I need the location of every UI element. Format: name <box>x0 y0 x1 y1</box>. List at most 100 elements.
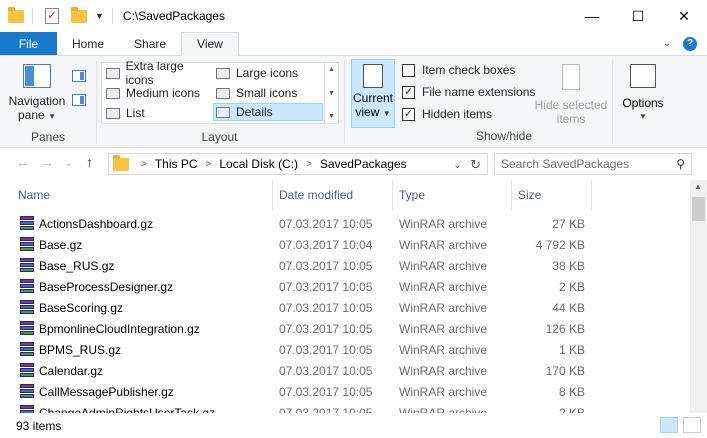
tab-file[interactable]: File <box>0 32 57 55</box>
file-type: WinRAR archive <box>399 238 488 252</box>
layout-small-icons[interactable]: Small icons <box>214 84 322 102</box>
minimize-button[interactable]: — <box>569 0 615 32</box>
large-icons-view-icon[interactable] <box>683 417 701 433</box>
current-view-label-2: view <box>355 105 380 119</box>
tab-view[interactable]: View <box>181 32 239 56</box>
item-checkboxes-toggle[interactable]: Item check boxes <box>402 63 515 77</box>
hide-selected-label-2: items <box>556 112 586 126</box>
file-size: 44 KB <box>552 301 585 315</box>
layout-gallery-scroll[interactable]: ▲ ▼ ▼ <box>324 63 338 123</box>
file-size: 1 KB <box>558 343 585 357</box>
table-row[interactable]: ChangeAdminRightsUserTask.gz 07.03.2017 1… <box>0 402 690 413</box>
column-label: Date modified <box>279 188 354 202</box>
table-row[interactable]: Base_RUS.gz 07.03.2017 10:05 WinRAR archiv… <box>0 255 690 276</box>
table-row[interactable]: BaseProcessDesigner.gz 07.03.2017 10:05 Wi… <box>0 276 690 297</box>
toolbar-divider <box>32 8 33 24</box>
properties-icon[interactable] <box>45 8 59 24</box>
layout-large-icons[interactable]: Large icons <box>214 64 322 82</box>
column-header-size[interactable]: Size <box>512 180 592 210</box>
table-row[interactable]: BpmonlineCloudIntegration.gz 07.03.2017 1… <box>0 318 690 339</box>
file-name-cell[interactable]: BpmonlineCloudIntegration.gz <box>19 321 200 336</box>
file-name-cell[interactable]: CallMessagePublisher.gz <box>19 384 174 399</box>
file-name-cell[interactable]: Base.gz <box>19 237 82 252</box>
search-icon[interactable]: ⚲ <box>676 157 685 171</box>
back-arrow-icon[interactable]: ← <box>16 154 30 170</box>
maximize-button[interactable]: ☐ <box>615 0 661 32</box>
breadcrumb-savedpackages[interactable]: SavedPackages <box>320 157 407 171</box>
address-dropdown-icon[interactable]: ⌄ <box>453 160 461 171</box>
scroll-up-icon[interactable]: ▲ <box>328 66 335 73</box>
file-date: 07.03.2017 10:05 <box>279 301 373 315</box>
chevron-right-icon[interactable]: > <box>141 159 147 170</box>
details-view-icon[interactable] <box>660 417 678 433</box>
tab-home[interactable]: Home <box>57 32 119 55</box>
chevron-right-icon[interactable]: > <box>206 159 212 170</box>
file-name-cell[interactable]: BaseScoring.gz <box>19 300 123 315</box>
breadcrumb-this-pc[interactable]: This PC <box>155 157 198 171</box>
tab-share[interactable]: Share <box>119 32 181 55</box>
group-divider <box>344 60 345 144</box>
layout-list[interactable]: List <box>104 104 212 122</box>
column-header-date[interactable]: Date modified <box>273 180 393 210</box>
customize-toolbar-dropdown-icon[interactable]: ▼ <box>95 11 104 21</box>
file-name-cell[interactable]: ActionsDashboard.gz <box>19 216 153 231</box>
quick-access-toolbar: ▼ <box>0 6 104 24</box>
layout-item-label: Extra large icons <box>125 59 184 87</box>
recent-locations-icon[interactable]: ⌄ <box>65 158 73 169</box>
hidden-items-checkbox[interactable]: ✓ <box>402 107 415 121</box>
search-input[interactable]: Search SavedPackages ⚲ <box>494 153 692 175</box>
table-row[interactable]: Base.gz 07.03.2017 10:04 WinRAR archive 4 7… <box>0 234 690 255</box>
file-name-cell[interactable]: Base_RUS.gz <box>19 258 114 273</box>
address-bar[interactable]: > This PC > Local Disk (C:) > SavedPacka… <box>108 153 488 175</box>
file-date: 07.03.2017 10:04 <box>279 238 373 252</box>
hidden-items-toggle[interactable]: ✓ Hidden items <box>402 107 492 121</box>
file-name-cell[interactable]: BPMS_RUS.gz <box>19 342 121 357</box>
file-name-cell[interactable]: ChangeAdminRightsUserTask.gz <box>19 405 215 413</box>
winrar-archive-icon <box>19 237 35 252</box>
file-name: CallMessagePublisher.gz <box>39 384 174 399</box>
up-arrow-icon[interactable]: ↑ <box>86 154 93 170</box>
item-checkboxes-checkbox[interactable] <box>402 63 415 77</box>
details-icon <box>216 106 230 118</box>
current-view-button[interactable]: Current view ▼ <box>351 59 395 128</box>
options-button[interactable]: Options ▼ <box>617 64 669 124</box>
refresh-icon[interactable]: ↻ <box>470 157 481 173</box>
close-button[interactable]: ✕ <box>661 0 707 32</box>
chevron-right-icon[interactable]: > <box>306 159 312 170</box>
more-icon[interactable]: ▼ <box>328 113 335 120</box>
table-row[interactable]: BaseScoring.gz 07.03.2017 10:05 WinRAR arc… <box>0 297 690 318</box>
item-checkboxes-label: Item check boxes <box>422 63 516 77</box>
forward-arrow-icon[interactable]: → <box>40 154 54 170</box>
layout-item-label: List <box>126 106 145 120</box>
file-name-cell[interactable]: BaseProcessDesigner.gz <box>19 279 173 294</box>
table-row[interactable]: Calendar.gz 07.03.2017 10:05 WinRAR archiv… <box>0 360 690 381</box>
breadcrumb-local-disk[interactable]: Local Disk (C:) <box>219 157 298 171</box>
file-size: 4 792 KB <box>535 238 585 252</box>
file-date: 07.03.2017 10:05 <box>279 259 373 273</box>
column-label: Size <box>518 188 542 202</box>
layout-medium-icons[interactable]: Medium icons <box>104 84 212 102</box>
vertical-scrollbar[interactable]: ▲ <box>690 180 707 413</box>
file-name-extensions-checkbox[interactable]: ✓ <box>402 85 415 99</box>
group-divider <box>612 60 613 144</box>
folder-icon[interactable] <box>8 6 24 23</box>
expand-ribbon-icon[interactable]: ⌄ <box>663 38 671 49</box>
file-name-extensions-toggle[interactable]: ✓ File name extensions <box>402 85 535 99</box>
table-row[interactable]: CallMessagePublisher.gz 07.03.2017 10:05 W… <box>0 381 690 402</box>
table-row[interactable]: ActionsDashboard.gz 07.03.2017 10:05 WinRA… <box>0 213 690 234</box>
table-row[interactable]: BPMS_RUS.gz 07.03.2017 10:05 WinRAR archiv… <box>0 339 690 360</box>
scroll-down-icon[interactable]: ▼ <box>328 90 335 97</box>
new-folder-icon[interactable] <box>71 6 87 23</box>
file-name: BaseScoring.gz <box>39 300 124 315</box>
file-size: 2 KB <box>558 406 585 413</box>
window-controls: — ☐ ✕ <box>569 0 707 32</box>
layout-details[interactable]: Details <box>213 103 323 121</box>
file-name-cell[interactable]: Calendar.gz <box>19 363 103 378</box>
help-icon[interactable]: ? <box>683 36 697 51</box>
scroll-up-icon[interactable]: ▲ <box>694 182 702 191</box>
hide-selected-items-button[interactable]: Hide selected items <box>534 64 608 126</box>
column-header-name[interactable]: Name <box>12 180 273 210</box>
layout-extra-large-icons[interactable]: Extra large icons <box>104 59 212 87</box>
scrollbar-thumb[interactable] <box>692 197 705 221</box>
column-header-type[interactable]: Type <box>393 180 512 210</box>
